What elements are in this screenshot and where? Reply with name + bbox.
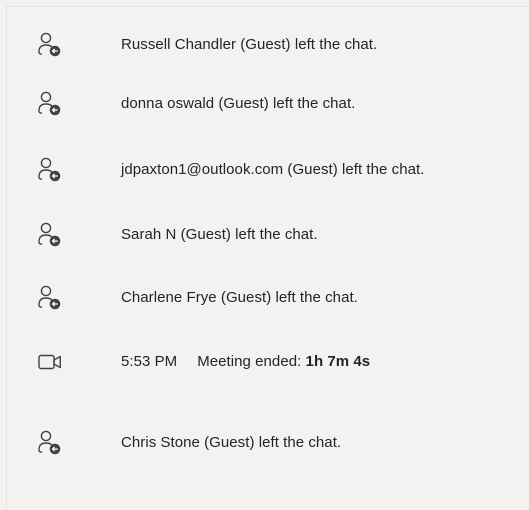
meeting-ended-text: 5:53 PM Meeting ended: 1h 7m 4s — [121, 344, 370, 380]
person-left-icon — [38, 430, 61, 455]
chat-event-row: Sarah N (Guest) left the chat. — [0, 217, 529, 253]
chat-event-text: Russell Chandler (Guest) left the chat. — [121, 36, 378, 53]
chat-event-text: Chris Stone (Guest) left the chat. — [121, 434, 342, 451]
person-left-icon — [38, 91, 61, 116]
meeting-ended-row: 5:53 PM Meeting ended: 1h 7m 4s — [0, 344, 529, 380]
person-left-icon — [38, 222, 61, 247]
chat-event-text: Sarah N (Guest) left the chat. — [121, 226, 318, 243]
chat-event-text: Charlene Frye (Guest) left the chat. — [121, 289, 358, 306]
chat-event-text: donna oswald (Guest) left the chat. — [121, 95, 356, 112]
person-left-icon — [38, 32, 61, 57]
meeting-ended-label: Meeting ended: — [197, 353, 306, 370]
chat-event-row: jdpaxton1@outlook.com (Guest) left the c… — [0, 152, 529, 188]
chat-event-text: jdpaxton1@outlook.com (Guest) left the c… — [121, 161, 425, 178]
meeting-duration: 1h 7m 4s — [305, 353, 371, 370]
chat-event-row: donna oswald (Guest) left the chat. — [0, 86, 529, 122]
person-left-icon — [38, 285, 61, 310]
chat-event-row: Russell Chandler (Guest) left the chat. — [0, 27, 529, 63]
video-camera-icon — [38, 354, 61, 370]
chat-event-row: Charlene Frye (Guest) left the chat. — [0, 280, 529, 316]
meeting-time: 5:53 PM — [121, 353, 178, 370]
chat-event-row: Chris Stone (Guest) left the chat. — [0, 425, 529, 461]
person-left-icon — [38, 157, 61, 182]
